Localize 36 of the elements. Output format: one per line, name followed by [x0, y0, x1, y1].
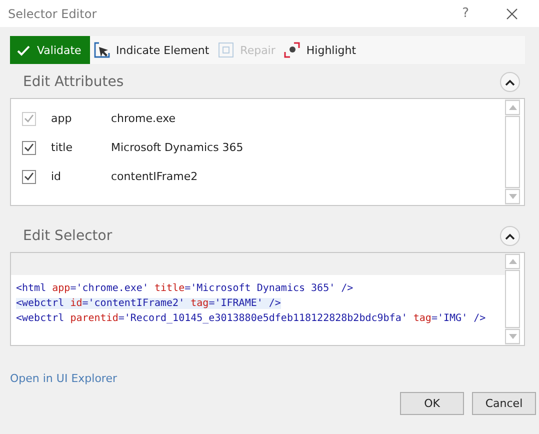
- ok-button[interactable]: OK: [400, 392, 464, 415]
- open-explorer-link[interactable]: Open in UI Explorer: [10, 372, 117, 385]
- target-icon: [283, 41, 302, 59]
- validate-button[interactable]: Validate: [10, 36, 90, 64]
- attribute-value: chrome.exe: [111, 112, 176, 125]
- section-title: Edit Selector: [23, 228, 112, 244]
- attribute-value: Microsoft Dynamics 365: [111, 141, 244, 154]
- highlight-button[interactable]: Highlight: [280, 36, 362, 64]
- cursor-icon: [93, 41, 111, 59]
- selector-editor[interactable]: <html app='chrome.exe' title='Microsoft Dynamics 365' /> <webctrl id='contentIFrame2' tag='IFRAME' /> <webctrl parentid='Record_10145_e3013880e5dfeb118122828b2bdc9bfa' tag='IMG' />: [10, 252, 525, 346]
- down-arrow-icon: [508, 194, 516, 199]
- window-title: Selector Editor: [8, 6, 98, 20]
- square-icon: [217, 41, 236, 59]
- up-arrow-icon: [508, 259, 516, 264]
- scrollbar[interactable]: [505, 253, 520, 345]
- checkbox[interactable]: [22, 140, 36, 154]
- scrollbar[interactable]: [505, 99, 520, 205]
- attribute-name: app: [51, 112, 73, 125]
- cancel-button[interactable]: Cancel: [472, 392, 536, 415]
- code-line: <html app='chrome.exe' title='Microsoft Dynamics 365' />: [16, 283, 354, 294]
- attribute-name: id: [51, 170, 62, 183]
- chevron-icon: [505, 78, 515, 86]
- section-title: Edit Attributes: [23, 74, 124, 90]
- collapse-button[interactable]: [500, 226, 520, 246]
- close-icon[interactable]: [506, 8, 518, 20]
- chevron-icon: [505, 232, 515, 240]
- attribute-value: contentIFrame2: [111, 170, 198, 183]
- down-arrow-icon: [508, 334, 516, 339]
- check-icon: [17, 44, 30, 56]
- indicate-button[interactable]: Indicate Element: [90, 36, 214, 64]
- collapse-button[interactable]: [500, 72, 520, 92]
- up-arrow-icon: [508, 105, 516, 110]
- attribute-name: title: [51, 141, 74, 154]
- checkbox[interactable]: [22, 170, 36, 184]
- code-line: <webctrl parentid='Record_10145_e3013880e5dfeb118122828b2bdc9bfa' tag='IMG' />: [16, 313, 486, 324]
- help-button[interactable]: ?: [462, 6, 469, 21]
